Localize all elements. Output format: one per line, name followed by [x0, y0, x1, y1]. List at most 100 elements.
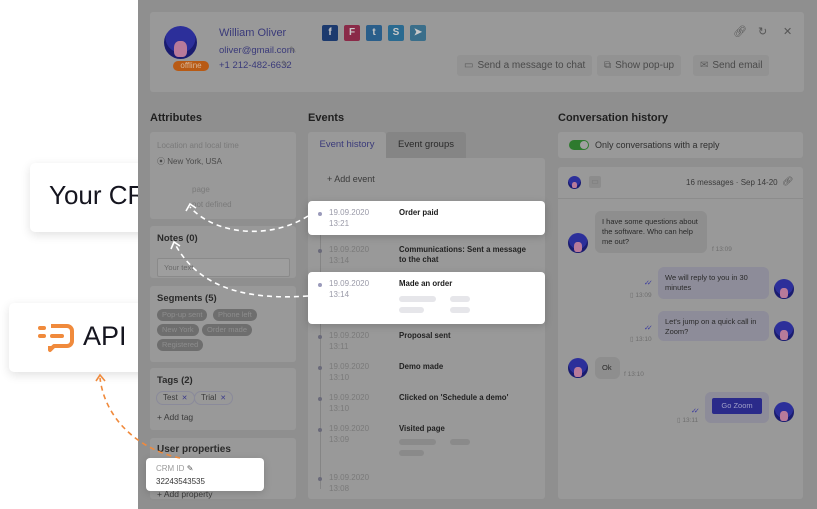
timeline-dot	[318, 335, 322, 339]
outgoing-message: Let's jump on a quick call in Zoom?	[658, 311, 769, 341]
contact-header: offline William Oliver oliver@gmail.com …	[150, 12, 804, 92]
api-logo-icon	[38, 324, 74, 352]
tags-title: Tags (2)	[157, 375, 193, 386]
send-email-button[interactable]: ✉ Send email	[693, 55, 770, 76]
tag-chip[interactable]: Trial ✕	[194, 391, 234, 405]
placeholder-bar	[450, 439, 470, 445]
link-icon[interactable]: 🔗︎	[733, 25, 747, 38]
segment-chip[interactable]: Registered	[157, 339, 204, 351]
timeline-dot	[318, 397, 322, 401]
event-time: 13:08	[329, 484, 350, 493]
event-time: 13:11	[329, 342, 349, 351]
event-date: 19.09.2020	[329, 424, 370, 433]
facebook-icon[interactable]: f	[322, 25, 338, 41]
event-title: Proposal sent	[399, 331, 451, 340]
edit-crm-id-icon[interactable]: ✎	[187, 464, 194, 473]
events-title: Events	[308, 112, 345, 124]
crm-id-value: 32243543535	[156, 477, 205, 486]
contact-avatar	[568, 358, 588, 378]
reply-filter-toggle[interactable]	[569, 140, 589, 150]
remove-tag-icon[interactable]: ✕	[220, 395, 226, 402]
chat-icon: ▭	[464, 60, 474, 71]
segment-chip[interactable]: Phone left	[213, 309, 257, 321]
arrowhead-api	[95, 373, 106, 382]
segments-card: Segments (5) Pop-up sent Phone left New …	[150, 286, 296, 362]
read-check-icon: ✓✓	[691, 408, 700, 415]
crm-id-property[interactable]: CRM ID ✎ 32243543535	[146, 458, 264, 491]
tags-card: Tags (2) Test ✕ Trial ✕ + Add tag	[150, 368, 296, 430]
edit-email-icon[interactable]: ✎	[289, 45, 297, 56]
event-date: 19.09.2020	[329, 473, 370, 482]
event-time: 13:21	[329, 219, 350, 228]
event-row-highlighted[interactable]: 19.09.2020 13:14 Made an order	[308, 272, 545, 324]
read-check-icon: ✓✓	[644, 280, 653, 287]
page-label: page	[192, 185, 210, 194]
placeholder-bar	[399, 307, 424, 313]
timeline-dot	[318, 283, 322, 287]
foursquare-icon[interactable]: F	[344, 25, 360, 41]
incoming-message: Ok	[595, 357, 620, 379]
event-time: 13:14	[329, 256, 350, 265]
location-card: Location and local time ⦿ New York, USA …	[150, 132, 296, 219]
refresh-icon[interactable]: ↻	[758, 25, 767, 38]
notes-card: Notes (0) Your text	[150, 226, 296, 278]
open-conversation-link-icon[interactable]: 🔗︎	[782, 176, 793, 187]
user-avatar	[164, 26, 197, 59]
timeline-dot	[318, 212, 322, 216]
event-title: Visited page	[399, 424, 445, 433]
status-badge: offline	[173, 61, 209, 71]
notes-input[interactable]: Your text	[157, 258, 290, 277]
segment-chip[interactable]: Pop-up sent	[157, 309, 208, 321]
tab-event-history[interactable]: Event history	[308, 132, 386, 158]
show-popup-button[interactable]: ⧉ Show pop-up	[597, 55, 682, 76]
message-meta: f 13:10	[624, 371, 644, 378]
placeholder-bar	[399, 439, 436, 445]
message-meta: ▯ 13:10	[630, 336, 652, 343]
tab-event-groups[interactable]: Event groups	[386, 132, 466, 158]
edit-phone-icon[interactable]: ✎	[281, 59, 289, 70]
message-meta: ▯ 13:09	[630, 292, 652, 299]
placeholder-bar	[399, 296, 436, 302]
message-meta: f 13:09	[712, 246, 732, 253]
twitter-icon[interactable]: t	[366, 25, 382, 41]
attributes-title: Attributes	[150, 112, 202, 124]
incoming-message: I have some questions about the software…	[595, 211, 707, 253]
agent-avatar	[774, 402, 794, 422]
segment-chip[interactable]: Order made	[202, 324, 253, 336]
placeholder-bar	[450, 307, 470, 313]
timeline-dot	[318, 428, 322, 432]
segment-chip[interactable]: New York	[157, 324, 199, 336]
event-row-highlighted[interactable]: 19.09.2020 13:21 Order paid	[308, 201, 545, 235]
plus-icon: +	[157, 412, 164, 422]
add-event-button[interactable]: + Add event	[327, 174, 375, 184]
placeholder-bar	[399, 450, 424, 456]
event-date: 19.09.2020	[329, 393, 370, 402]
reply-filter-label: Only conversations with a reply	[595, 140, 720, 150]
tag-chip[interactable]: Test ✕	[156, 391, 195, 405]
event-title: Made an order	[399, 279, 453, 288]
skype-icon[interactable]: S	[388, 25, 404, 41]
timeline-dot	[318, 477, 322, 481]
message-meta: ▯ 13:11	[677, 417, 699, 424]
event-date: 19.09.2020	[329, 279, 370, 288]
event-time: 13:14	[329, 290, 350, 299]
add-tag-button[interactable]: + Add tag	[157, 412, 193, 422]
agent-avatar	[774, 279, 794, 299]
user-properties-title: User properties	[157, 444, 231, 455]
divider	[558, 198, 803, 199]
email-icon: ✉	[700, 60, 709, 71]
event-title: Communications: Sent a message to the ch…	[399, 245, 526, 264]
outgoing-message: Go Zoom	[705, 392, 769, 423]
conversation-title: Conversation history	[558, 112, 669, 124]
close-icon[interactable]: ✕	[783, 25, 792, 38]
stage: Your CRM API offline William Oliver oliv…	[0, 0, 817, 509]
event-date: 19.09.2020	[329, 245, 370, 254]
event-date: 19.09.2020	[329, 362, 370, 371]
remove-tag-icon[interactable]: ✕	[182, 395, 188, 402]
event-title: Demo made	[399, 362, 444, 371]
telegram-icon[interactable]: ➤	[410, 25, 426, 41]
go-zoom-button[interactable]: Go Zoom	[712, 398, 762, 414]
timeline-line	[320, 214, 321, 489]
segments-title: Segments (5)	[157, 293, 217, 304]
send-chat-message-button[interactable]: ▭ Send a message to chat	[457, 55, 593, 76]
